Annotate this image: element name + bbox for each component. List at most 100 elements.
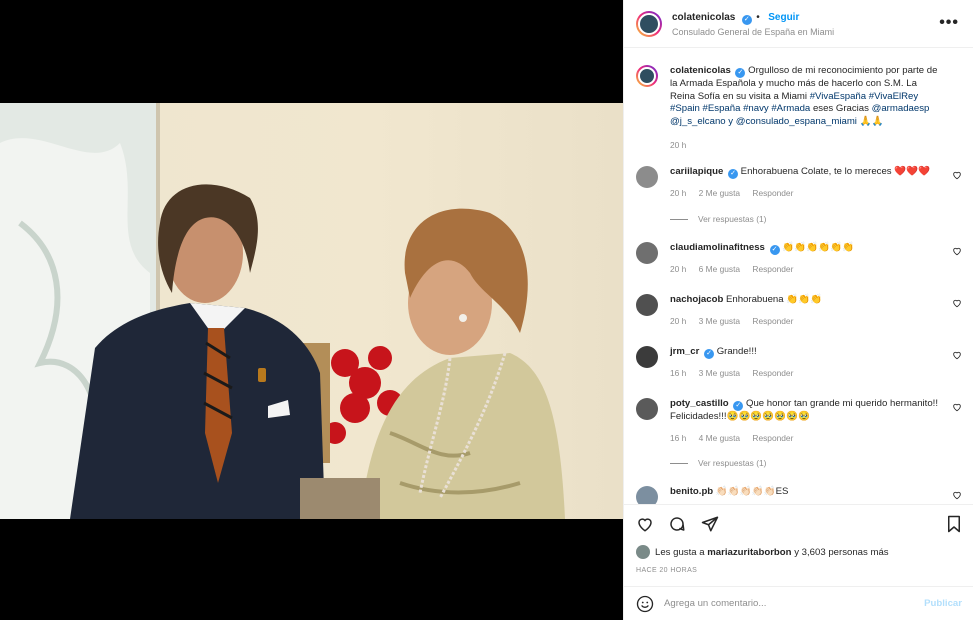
comment-body: claudiamolinafitness ✓ 👏👏👏👏👏👏 — [670, 242, 962, 255]
comment-avatar[interactable] — [636, 242, 658, 264]
comment-likes[interactable]: 2 Me gusta — [699, 188, 740, 198]
comment-username[interactable]: jrm_cr — [670, 346, 699, 357]
likes-suffix[interactable]: y 3,603 personas más — [794, 547, 888, 558]
comment-likes[interactable]: 3 Me gusta — [699, 316, 740, 326]
reply-button[interactable]: Responder — [752, 368, 793, 378]
post-media[interactable] — [0, 0, 623, 620]
comment-likes[interactable]: 3 Me gusta — [699, 368, 740, 378]
author-username[interactable]: colatenicolas — [672, 12, 735, 23]
comment-meta: 16 h 3 Me gusta Responder — [670, 368, 962, 378]
comment-avatar[interactable] — [636, 166, 658, 188]
view-replies-button[interactable]: Ver respuestas (1) — [670, 458, 766, 468]
like-comment-heart-icon[interactable] — [952, 170, 962, 180]
likes-summary[interactable]: Les gusta a mariazuritaborbon y 3,603 pe… — [636, 545, 889, 559]
comment-body: jrm_cr ✓ Grande!!! — [670, 346, 962, 359]
comment-meta: 20 h 3 Me gusta Responder — [670, 316, 962, 326]
comment-item: cariilapique ✓ Enhorabuena Colate, te lo… — [636, 166, 962, 198]
comment-time[interactable]: 16 h — [670, 368, 686, 378]
comment-composer: Agrega un comentario... Publicar — [624, 586, 973, 620]
comment-body: nachojacob Enhorabuena 👏👏👏 — [670, 294, 962, 307]
comment-item: benito.pb 👏🏻👏🏻👏🏻👏🏻👏🏻ES — [636, 486, 962, 504]
comment-username[interactable]: claudiamolinafitness — [670, 242, 765, 253]
comment-time[interactable]: 20 h — [670, 316, 686, 326]
share-icon[interactable] — [701, 515, 719, 538]
like-comment-heart-icon[interactable] — [952, 246, 962, 256]
location-link[interactable]: Consulado General de España en Miami — [672, 25, 834, 39]
comment-avatar[interactable] — [636, 398, 658, 420]
verified-icon: ✓ — [733, 401, 744, 411]
photo-illustration — [0, 103, 565, 519]
caption-avatar[interactable] — [636, 65, 658, 87]
caption: colatenicolas ✓ Orgulloso de mi reconoci… — [636, 65, 962, 150]
comments-list[interactable]: colatenicolas ✓ Orgulloso de mi reconoci… — [624, 49, 973, 504]
caption-emoji: 🙏🙏 — [859, 115, 884, 127]
post-actions: Les gusta a mariazuritaborbon y 3,603 pe… — [624, 504, 973, 586]
comment-avatar[interactable] — [636, 486, 658, 504]
emoji-icon[interactable] — [636, 595, 654, 613]
likes-prefix: Les gusta a — [655, 546, 705, 558]
comment-meta: 20 h 6 Me gusta Responder — [670, 264, 962, 274]
comment-icon[interactable] — [668, 515, 686, 538]
comment-username[interactable]: benito.pb — [670, 486, 713, 497]
reply-button[interactable]: Responder — [752, 264, 793, 274]
comment-avatar[interactable] — [636, 294, 658, 316]
comment-item: nachojacob Enhorabuena 👏👏👏 20 h 3 Me gus… — [636, 294, 962, 326]
post-header: colatenicolas ✓ • Seguir Consulado Gener… — [624, 0, 973, 48]
comment-meta: 20 h 2 Me gusta Responder — [670, 188, 962, 198]
comment-likes[interactable]: 4 Me gusta — [699, 433, 740, 443]
publish-button[interactable]: Publicar — [924, 598, 962, 609]
comment-text: 👏🏻👏🏻👏🏻👏🏻👏🏻ES — [715, 486, 789, 497]
post-side-panel: colatenicolas ✓ • Seguir Consulado Gener… — [623, 0, 973, 620]
comment-body: cariilapique ✓ Enhorabuena Colate, te lo… — [670, 166, 962, 179]
comment-likes[interactable]: 6 Me gusta — [699, 264, 740, 274]
comment-item: poty_castillo ✓ Que honor tan grande mi … — [636, 398, 962, 443]
header-text: colatenicolas ✓ • Seguir Consulado Gener… — [672, 9, 834, 39]
comment-body: benito.pb 👏🏻👏🏻👏🏻👏🏻👏🏻ES — [670, 486, 962, 499]
comment-text: 👏👏👏👏👏👏 — [782, 242, 854, 253]
more-options-icon[interactable]: ••• — [939, 14, 959, 32]
post-time-ago[interactable]: HACE 20 HORAS — [636, 567, 697, 574]
comment-time[interactable]: 20 h — [670, 264, 686, 274]
comment-text: Enhorabuena Colate, te lo mereces ❤️❤️❤️ — [740, 166, 931, 177]
caption-meta: 20 h — [670, 140, 962, 150]
like-comment-heart-icon[interactable] — [952, 350, 962, 360]
caption-time[interactable]: 20 h — [670, 140, 686, 150]
like-comment-heart-icon[interactable] — [952, 298, 962, 308]
bookmark-icon[interactable] — [946, 515, 962, 538]
comment-text: Enhorabuena 👏👏👏 — [725, 294, 823, 305]
liker-avatar — [636, 545, 650, 559]
caption-body: colatenicolas ✓ Orgulloso de mi reconoci… — [670, 65, 962, 128]
comment-item: jrm_cr ✓ Grande!!! 16 h 3 Me gusta Respo… — [636, 346, 962, 378]
post-photo — [0, 103, 623, 519]
comment-username[interactable]: nachojacob — [670, 294, 723, 305]
comment-time[interactable]: 20 h — [670, 188, 686, 198]
comment-username[interactable]: poty_castillo — [670, 398, 729, 409]
like-comment-heart-icon[interactable] — [952, 490, 962, 500]
verified-icon: ✓ — [735, 68, 746, 78]
reply-button[interactable]: Responder — [752, 188, 793, 198]
comment-username[interactable]: cariilapique — [670, 166, 723, 177]
follow-button[interactable]: Seguir — [768, 12, 799, 23]
comment-meta: 16 h 4 Me gusta Responder — [670, 433, 962, 443]
comment-time[interactable]: 16 h — [670, 433, 686, 443]
likes-user[interactable]: mariazuritaborbon — [707, 547, 791, 558]
heart-icon[interactable] — [636, 515, 654, 538]
separator-dot: • — [756, 11, 760, 23]
reply-button[interactable]: Responder — [752, 316, 793, 326]
action-icons — [636, 515, 729, 535]
verified-icon: ✓ — [704, 349, 715, 359]
caption-username[interactable]: colatenicolas — [670, 65, 731, 76]
reply-button[interactable]: Responder — [752, 433, 793, 443]
comment-input[interactable]: Agrega un comentario... — [664, 598, 924, 609]
instagram-post-view: colatenicolas ✓ • Seguir Consulado Gener… — [0, 0, 973, 620]
view-replies-button[interactable]: Ver respuestas (1) — [670, 214, 766, 224]
comment-avatar[interactable] — [636, 346, 658, 368]
comment-item: claudiamolinafitness ✓ 👏👏👏👏👏👏 20 h 6 Me … — [636, 242, 962, 274]
verified-icon: ✓ — [769, 245, 780, 255]
author-avatar[interactable] — [636, 10, 662, 37]
like-comment-heart-icon[interactable] — [952, 402, 962, 412]
comment-body: poty_castillo ✓ Que honor tan grande mi … — [670, 398, 962, 424]
verified-icon: ✓ — [741, 14, 752, 25]
comment-text: Grande!!! — [716, 346, 757, 357]
verified-icon: ✓ — [728, 169, 738, 179]
